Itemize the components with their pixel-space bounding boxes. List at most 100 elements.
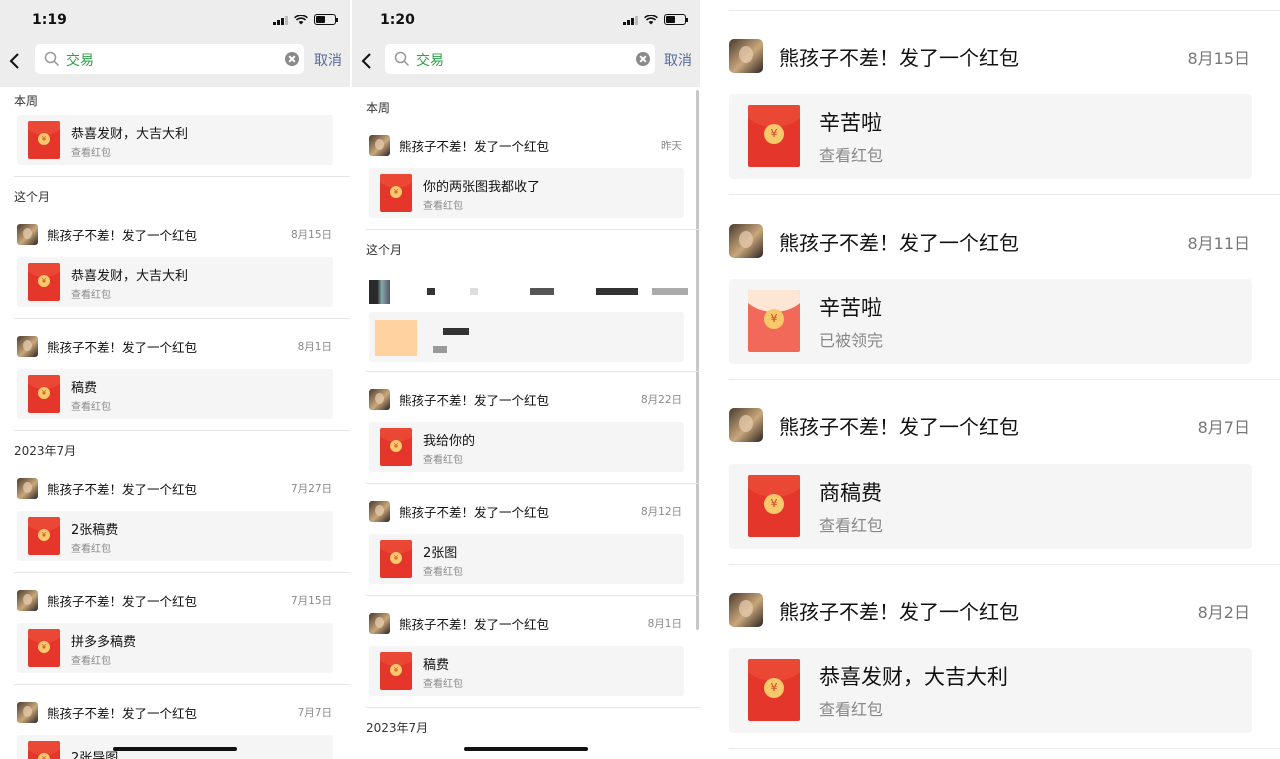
avatar[interactable]	[369, 500, 390, 522]
redacted-image	[375, 320, 417, 356]
red-packet-card[interactable]: ¥ 我给你的 查看红包	[369, 422, 684, 472]
signal-icon	[623, 15, 638, 25]
search-query: 交易	[66, 53, 94, 69]
entry-sender: 熊孩子不差！发了一个红包	[779, 45, 1019, 70]
red-packet-status: 查看红包	[423, 455, 463, 466]
red-packet-card[interactable]: ¥ 恭喜发财，大吉大利 查看红包	[17, 257, 333, 307]
avatar[interactable]	[729, 39, 763, 73]
status-bar: 1:20	[352, 0, 700, 42]
battery-icon	[314, 14, 338, 25]
red-packet-status: 查看红包	[71, 656, 111, 667]
red-packet-title: 2张导图	[71, 751, 119, 759]
avatar[interactable]	[17, 701, 38, 723]
wifi-icon	[294, 14, 308, 25]
red-packet-title: 恭喜发财，大吉大利	[819, 665, 1008, 689]
entry-header: 熊孩子不差！发了一个红包	[17, 589, 197, 611]
divider	[14, 684, 350, 685]
home-indicator	[113, 747, 237, 751]
red-packet-card[interactable]: ¥ 商稿费 查看红包	[729, 464, 1252, 549]
cancel-button[interactable]: 取消	[664, 50, 692, 70]
phone-screen-2: 1:20 交易 取消 本周 熊孩子不差！发了一个红包 昨天 ¥ 你的两张图我都收…	[352, 0, 700, 759]
red-packet-card[interactable]: ¥ 你的两张图我都收了 查看红包	[369, 168, 684, 218]
divider	[729, 379, 1280, 380]
avatar[interactable]	[369, 134, 390, 156]
search-bar: 交易 取消	[0, 42, 350, 87]
section-header: 本周	[366, 101, 391, 115]
red-packet-card[interactable]: ¥ 拼多多稿费 查看红包	[17, 623, 333, 673]
avatar[interactable]	[17, 335, 38, 357]
red-packet-title: 恭喜发财，大吉大利	[71, 127, 189, 142]
entry-header: 熊孩子不差！发了一个红包	[729, 408, 1019, 442]
entry-header: 熊孩子不差！发了一个红包	[729, 39, 1019, 73]
divider	[366, 229, 700, 230]
entry-date: 7月27日	[290, 483, 332, 495]
divider	[729, 194, 1280, 195]
cancel-button[interactable]: 取消	[314, 50, 342, 70]
clear-search-icon[interactable]	[636, 52, 650, 66]
red-packet-card[interactable]: ¥ 恭喜发财，大吉大利 查看红包	[729, 648, 1252, 733]
entry-date: 7月7日	[297, 707, 332, 719]
entry-header: 熊孩子不差！发了一个红包	[369, 388, 549, 410]
entry-sender: 熊孩子不差！发了一个红包	[399, 392, 550, 408]
redacted-text	[443, 328, 469, 335]
divider	[366, 595, 700, 596]
avatar[interactable]	[729, 408, 763, 442]
zoomed-list: 熊孩子不差！发了一个红包 8月15日 ¥ 辛苦啦 查看红包 熊孩子不差！发了一个…	[702, 0, 1280, 759]
red-packet-card[interactable]: ¥ 稿费 查看红包	[369, 646, 684, 696]
red-packet-icon: ¥	[380, 540, 412, 578]
avatar[interactable]	[729, 593, 763, 627]
entry-sender: 熊孩子不差！发了一个红包	[779, 230, 1019, 255]
red-packet-card[interactable]: ¥ 2张稿费 查看红包	[17, 511, 333, 561]
entry-sender: 熊孩子不差！发了一个红包	[47, 339, 198, 355]
divider	[366, 371, 700, 372]
red-packet-title: 2张图	[423, 546, 458, 561]
entry-date: 7月15日	[290, 595, 332, 607]
clear-search-icon[interactable]	[285, 52, 299, 66]
red-packet-title: 商稿费	[819, 481, 882, 505]
opened-red-packet-icon: ¥	[748, 290, 800, 352]
battery-icon	[664, 14, 688, 25]
divider	[366, 707, 700, 708]
red-packet-icon: ¥	[28, 375, 60, 413]
red-packet-card[interactable]: ¥ 恭喜发财，大吉大利 查看红包	[17, 115, 333, 165]
search-query: 交易	[416, 53, 444, 69]
entry-header: 熊孩子不差！发了一个红包	[17, 335, 197, 357]
status-icons	[273, 14, 338, 25]
entry-sender: 熊孩子不差！发了一个红包	[399, 616, 550, 632]
wifi-icon	[644, 14, 658, 25]
list-item-redacted[interactable]	[352, 278, 700, 363]
avatar[interactable]	[369, 612, 390, 634]
red-packet-status: 查看红包	[423, 201, 463, 212]
red-packet-card[interactable]: ¥ 稿费 查看红包	[17, 369, 333, 419]
redacted-text	[596, 288, 638, 295]
avatar[interactable]	[17, 477, 38, 499]
avatar[interactable]	[369, 388, 390, 410]
red-packet-icon: ¥	[28, 121, 60, 159]
red-packet-icon: ¥	[380, 652, 412, 690]
red-packet-card[interactable]: ¥ 辛苦啦 查看红包	[729, 94, 1252, 179]
search-input[interactable]: 交易	[35, 44, 304, 74]
entry-date: 昨天	[661, 140, 682, 152]
search-input[interactable]: 交易	[385, 44, 655, 74]
red-packet-title: 辛苦啦	[819, 296, 882, 320]
entry-date: 8月1日	[647, 618, 682, 630]
avatar[interactable]	[17, 589, 38, 611]
red-packet-status: 查看红包	[423, 567, 463, 578]
entry-header: 熊孩子不差！发了一个红包	[369, 134, 549, 156]
redacted-text	[652, 288, 688, 295]
back-arrow-icon[interactable]	[360, 52, 374, 70]
red-packet-card[interactable]: ¥ 2张图 查看红包	[369, 534, 684, 584]
avatar[interactable]	[17, 223, 38, 245]
red-packet-card[interactable]: ¥ 辛苦啦 已被领完	[729, 279, 1252, 364]
avatar[interactable]	[729, 224, 763, 258]
red-packet-status: 查看红包	[71, 148, 111, 159]
red-packet-title: 恭喜发财，大吉大利	[71, 269, 189, 284]
back-arrow-icon[interactable]	[8, 52, 22, 70]
redacted-text	[530, 288, 554, 295]
divider	[14, 572, 350, 573]
red-packet-icon: ¥	[28, 629, 60, 667]
entry-date: 8月11日	[1187, 234, 1250, 253]
entry-sender: 熊孩子不差！发了一个红包	[47, 481, 198, 497]
redacted-card[interactable]	[369, 312, 684, 362]
section-header: 这个月	[366, 243, 403, 257]
